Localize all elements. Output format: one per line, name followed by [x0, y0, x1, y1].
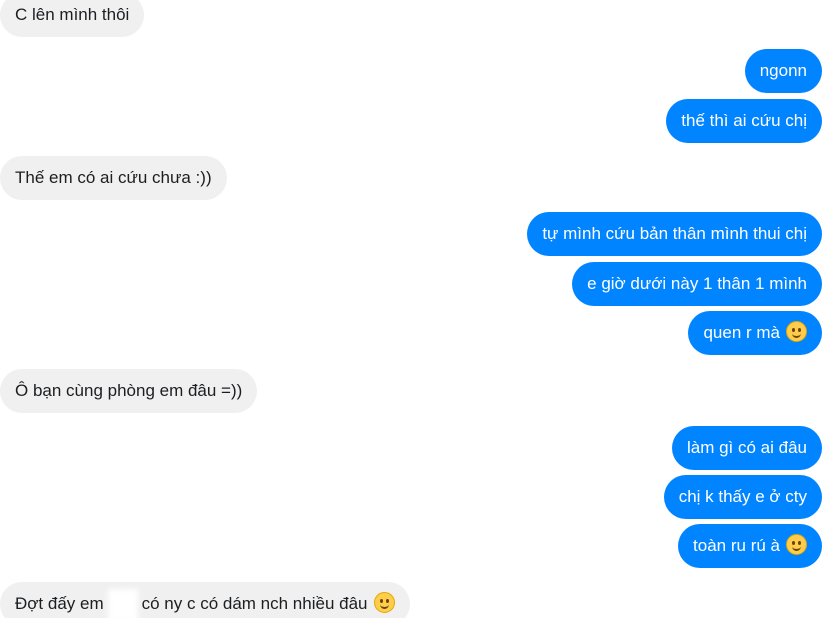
- message-outgoing[interactable]: làm gì có ai đâu: [671, 426, 822, 470]
- message-text: quen r mà: [703, 323, 780, 342]
- slightly-smiling-face-icon: [373, 592, 395, 613]
- message-incoming[interactable]: Thế em có ai cứu chưa :)): [0, 156, 227, 200]
- message-text: Ô bạn cùng phòng em đâu =)): [15, 381, 243, 400]
- redacted-blur: [107, 588, 138, 618]
- message-outgoing[interactable]: tự mình cứu bản thân mình thui chị: [527, 212, 822, 256]
- message-outgoing[interactable]: thế thì ai cứu chị: [666, 99, 822, 143]
- message-outgoing[interactable]: e giờ dưới này 1 thân 1 mình: [572, 262, 822, 306]
- message-text: làm gì có ai đâu: [686, 438, 807, 457]
- message-text: e giờ dưới này 1 thân 1 mình: [587, 274, 807, 293]
- slightly-smiling-face-icon: [786, 321, 807, 342]
- message-incoming[interactable]: Ô bạn cùng phòng em đâu =)): [0, 369, 258, 413]
- message-text: ngonn: [759, 61, 807, 80]
- message-outgoing[interactable]: quen r mà: [688, 311, 822, 355]
- message-outgoing[interactable]: chị k thấy e ở cty: [663, 475, 822, 519]
- message-incoming[interactable]: C lên mình thôi: [0, 0, 145, 37]
- message-text: C lên mình thôi: [15, 5, 130, 24]
- message-outgoing[interactable]: toàn ru rú à: [678, 524, 822, 568]
- message-text-after: có ny c có dám nch nhiều đâu: [141, 594, 368, 613]
- message-text: thế thì ai cứu chị: [681, 111, 807, 130]
- message-text-before: Đợt đấy em: [15, 594, 104, 613]
- message-text: toàn ru rú à: [693, 536, 780, 555]
- message-text: Thế em có ai cứu chưa :)): [15, 168, 212, 187]
- message-text: chị k thấy e ở cty: [678, 487, 807, 506]
- message-thread: C lên mình thôi ngonn thế thì ai cứu chị…: [0, 0, 822, 618]
- message-outgoing[interactable]: ngonn: [744, 49, 822, 93]
- slightly-smiling-face-icon: [786, 534, 807, 555]
- message-text: tự mình cứu bản thân mình thui chị: [542, 224, 807, 243]
- message-incoming[interactable]: Đợt đấy em có ny c có dám nch nhiều đâu: [0, 582, 410, 618]
